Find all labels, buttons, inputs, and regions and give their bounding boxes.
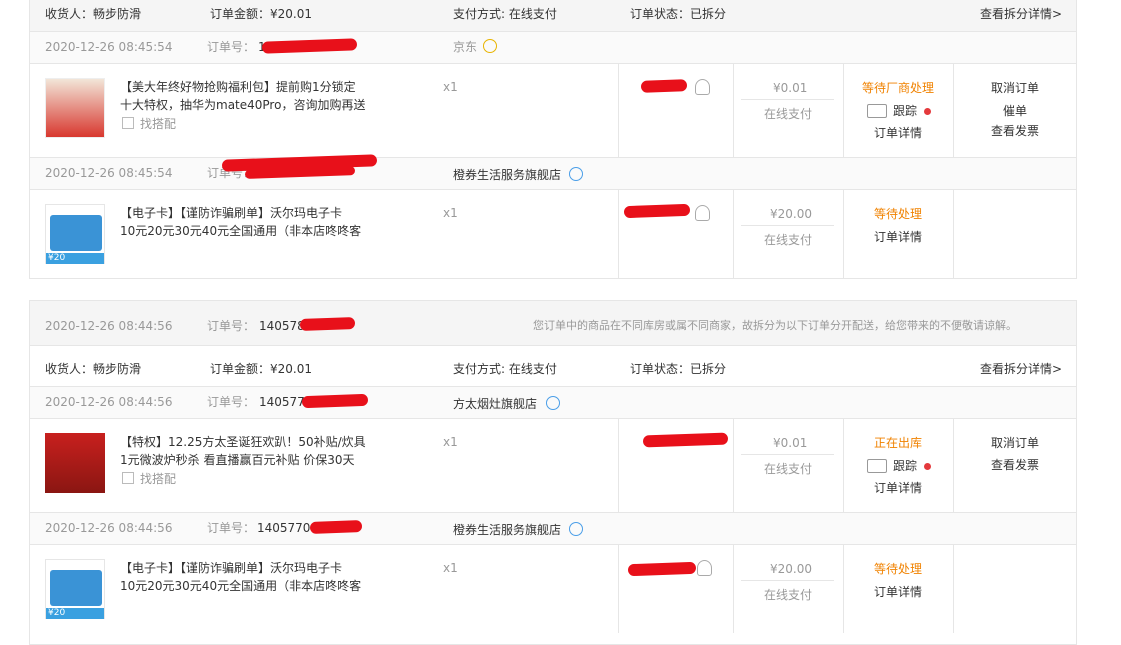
notification-dot xyxy=(924,108,931,115)
thumb-price: ¥20 xyxy=(48,253,66,263)
item-status: 等待处理 xyxy=(874,207,923,221)
cancel-order-button[interactable]: 取消订单 xyxy=(991,435,1039,451)
payment-type: 在线支付 xyxy=(764,233,813,247)
item-status: 等待厂商处理 xyxy=(862,81,935,95)
item-title-line2[interactable]: 10元20元30元40元全国通用（非本店咚咚客 xyxy=(120,223,361,239)
order-time: 2020-12-26 08:45:54 xyxy=(45,166,173,180)
item-title-line2[interactable]: 十大特权，抽华为mate40Pro，咨询加购再送 xyxy=(120,97,365,113)
order-detail-link[interactable]: 订单详情 xyxy=(874,480,922,496)
urge-order-button[interactable]: 催单 xyxy=(1003,103,1027,119)
item-title[interactable]: 【电子卡】【谨防诈骗刷单】沃尔玛电子卡 xyxy=(120,205,342,221)
item-status: 等待处理 xyxy=(874,562,923,576)
order-time: 2020-12-26 08:45:54 xyxy=(45,40,173,54)
notification-dot xyxy=(924,463,931,470)
price: ¥20.00 xyxy=(770,562,812,576)
redaction-mark xyxy=(299,317,356,331)
quantity: x1 xyxy=(443,80,458,94)
match-icon xyxy=(122,117,134,129)
order-amount: 订单金额：¥20.01 xyxy=(210,7,312,21)
product-thumbnail[interactable]: ¥20 xyxy=(45,559,105,619)
redaction-mark xyxy=(309,520,363,534)
quantity: x1 xyxy=(443,561,458,575)
payment-type: 在线支付 xyxy=(764,588,813,602)
payment-method: 支付方式: 在线支付 xyxy=(453,7,557,21)
order-detail-link[interactable]: 订单详情 xyxy=(874,229,922,245)
product-thumbnail[interactable]: ¥20 xyxy=(45,204,105,264)
truck-icon[interactable] xyxy=(867,104,887,118)
item-title[interactable]: 【电子卡】【谨防诈骗刷单】沃尔玛电子卡 xyxy=(120,560,342,576)
payment-type: 在线支付 xyxy=(764,462,813,476)
item-title[interactable]: 【美大年终好物抢购福利包】提前购1分锁定 xyxy=(120,79,356,95)
order-detail-link[interactable]: 订单详情 xyxy=(874,125,922,141)
order-no-label: 订单号： xyxy=(207,40,256,54)
item-title[interactable]: 【特权】12.25方太圣诞狂欢趴！50补贴/炊具 xyxy=(120,434,366,450)
order-time: 2020-12-26 08:44:56 xyxy=(45,395,173,409)
payment-type: 在线支付 xyxy=(764,107,813,121)
user-icon[interactable] xyxy=(697,560,712,576)
view-invoice-button[interactable]: 查看发票 xyxy=(991,123,1039,139)
item-title-line2[interactable]: 10元20元30元40元全国通用（非本店咚咚客 xyxy=(120,578,361,594)
redaction-mark xyxy=(301,393,369,409)
product-thumbnail[interactable] xyxy=(45,78,105,138)
thumb-price: ¥20 xyxy=(48,608,66,618)
quantity: x1 xyxy=(443,206,458,220)
chat-icon[interactable] xyxy=(546,396,560,410)
payment-method: 支付方式: 在线支付 xyxy=(453,362,557,376)
item-status: 正在出库 xyxy=(874,436,923,450)
price: ¥0.01 xyxy=(773,436,808,450)
order-no-label: 订单号： xyxy=(207,319,256,333)
order-status: 订单状态：已拆分 xyxy=(630,7,727,21)
chat-icon[interactable] xyxy=(483,39,497,53)
item-title-line2[interactable]: 1元微波炉秒杀 看直播赢百元补贴 价保30天 xyxy=(120,452,355,468)
redaction-mark xyxy=(640,79,688,93)
find-match-link[interactable]: 找搭配 xyxy=(140,116,176,132)
quantity: x1 xyxy=(443,435,458,449)
product-thumbnail[interactable] xyxy=(45,433,105,493)
order-no-label: 订单号： xyxy=(207,395,256,409)
split-detail-link[interactable]: 查看拆分详情> xyxy=(980,6,1062,22)
consignee: 收货人：畅步防滑 xyxy=(45,7,142,21)
redaction-mark xyxy=(623,203,691,219)
redaction-mark xyxy=(627,561,697,577)
find-match-link[interactable]: 找搭配 xyxy=(140,471,176,487)
user-icon[interactable] xyxy=(695,205,710,221)
track-link[interactable]: 跟踪 xyxy=(893,103,917,119)
order-time: 2020-12-26 08:44:56 xyxy=(45,319,173,333)
split-detail-link[interactable]: 查看拆分详情> xyxy=(980,361,1062,377)
split-notice: 您订单中的商品在不同库房或属不同商家，故拆分为以下订单分开配送，给您带来的不便敬… xyxy=(533,319,1017,332)
shop-name[interactable]: 橙券生活服务旗舰店 xyxy=(453,167,561,183)
consignee: 收货人：畅步防滑 xyxy=(45,362,142,376)
shop-name[interactable]: 方太烟灶旗舰店 xyxy=(453,396,537,412)
chat-icon[interactable] xyxy=(569,522,583,536)
shop-name[interactable]: 橙券生活服务旗舰店 xyxy=(453,522,561,538)
order-time: 2020-12-26 08:44:56 xyxy=(45,521,173,535)
match-icon xyxy=(122,472,134,484)
order-no[interactable]: 140577 xyxy=(259,394,305,410)
order-detail-link[interactable]: 订单详情 xyxy=(874,584,922,600)
order-no-label: 订单号： xyxy=(207,521,256,535)
order-status: 订单状态：已拆分 xyxy=(630,362,727,376)
order-amount: 订单金额：¥20.01 xyxy=(210,362,312,376)
user-icon[interactable] xyxy=(695,79,710,95)
track-link[interactable]: 跟踪 xyxy=(893,458,917,474)
price: ¥0.01 xyxy=(773,81,808,95)
shop-name[interactable]: 京东 xyxy=(453,39,477,55)
chat-icon[interactable] xyxy=(569,167,583,181)
price: ¥20.00 xyxy=(770,207,812,221)
cancel-order-button[interactable]: 取消订单 xyxy=(991,80,1039,96)
order-no[interactable]: 1405770 xyxy=(257,520,310,536)
truck-icon[interactable] xyxy=(867,459,887,473)
view-invoice-button[interactable]: 查看发票 xyxy=(991,457,1039,473)
